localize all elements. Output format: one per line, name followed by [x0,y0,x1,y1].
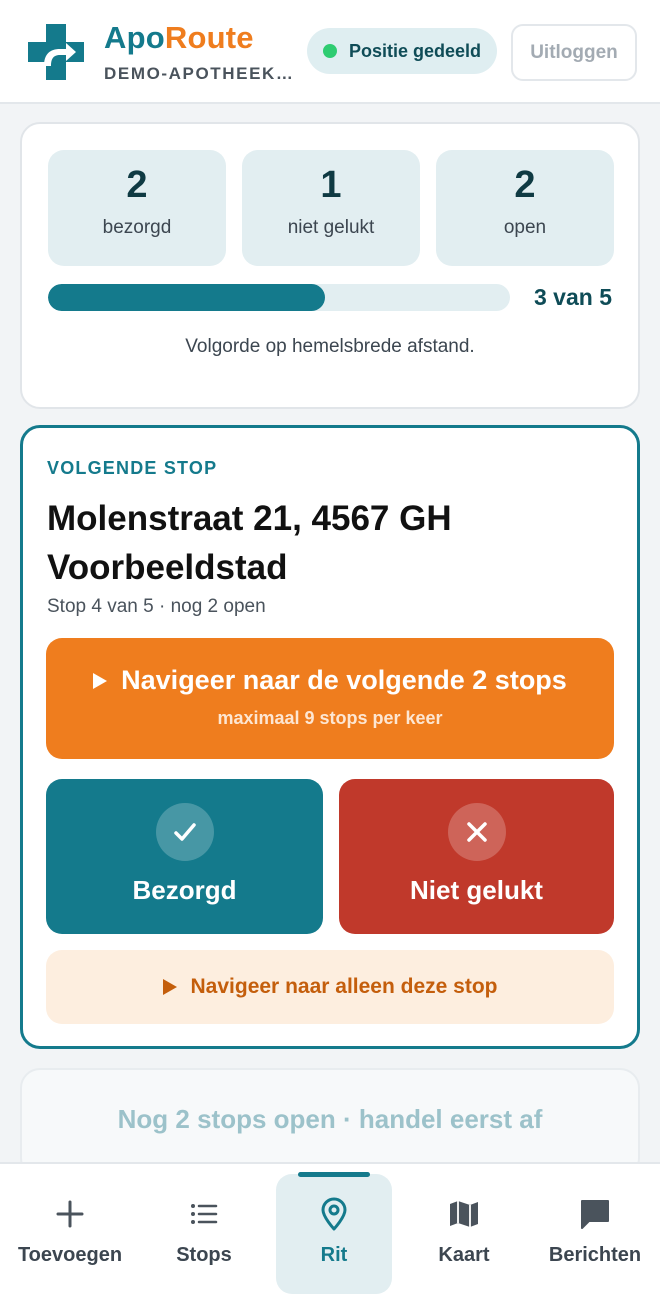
nav-tab-rit[interactable]: Rit [276,1164,392,1303]
nav-tab-label: Rit [320,1244,348,1266]
nav-tab-label: Berichten [548,1244,642,1266]
navigate-next-stops-button[interactable]: Navigeer naar de volgende 2 stops maxima… [46,638,614,759]
position-shared-badge: Positie gedeeld [307,28,497,74]
next-stop-card: VOLGENDE STOP Molenstraat 21, 4567 GH Vo… [20,425,640,1049]
navigate-this-stop-label: Navigeer naar alleen deze stop [190,975,498,998]
navigate-next-stops-sub: maximaal 9 stops per keer [217,708,443,728]
stat-failed: 1 niet gelukt [242,150,420,266]
app-header: ApoRoute DEMO-APOTHEEK… Positie gedeeld … [0,0,660,104]
map-icon [450,1201,478,1227]
play-icon [162,979,177,995]
failed-label: Niet gelukt [410,875,543,905]
close-icon [447,803,506,861]
nav-tab-label: Toevoegen [17,1244,123,1266]
progress-summary-card: 2 bezorgd 1 niet gelukt 2 open 3 van 5 V… [20,122,640,409]
nav-tab-stops[interactable]: Stops [140,1164,268,1303]
checkmark-icon [155,803,214,861]
stat-delivered: 2 bezorgd [48,150,226,266]
next-stop-label: VOLGENDE STOP [47,458,218,478]
status-dot-icon [322,44,337,58]
pharmacy-name: DEMO-APOTHEEK… [104,64,295,83]
nav-tab-label: Kaart [438,1244,490,1266]
message-icon [581,1200,609,1229]
brand-route: Route [164,20,254,55]
stat-failed-value: 1 [320,164,342,206]
nav-tab-toevoegen[interactable]: Toevoegen [0,1164,140,1303]
nav-tab-label: Stops [176,1244,232,1266]
position-shared-label: Positie gedeeld [348,40,482,61]
stat-open-value: 2 [514,164,536,206]
active-tab-indicator [298,1172,370,1177]
stat-delivered-label: bezorgd [102,217,172,238]
nav-tab-kaart[interactable]: Kaart [400,1164,528,1303]
delivered-label: Bezorgd [132,875,237,905]
next-stop-address: Molenstraat 21, 4567 GH Voorbeeldstad [47,499,452,587]
logout-button[interactable]: Uitloggen [511,24,637,81]
apoRoute-logo-icon [28,24,84,80]
location-pin-icon [321,1197,347,1231]
brand-apo: Apo [104,20,165,55]
bottom-navigation: Toevoegen Stops Rit Kaart Berichten [0,1162,660,1303]
delivered-button[interactable]: Bezorgd [46,779,323,934]
progress-bar-fill [48,284,326,311]
stat-failed-label: niet gelukt [287,217,375,238]
stat-open: 2 open [436,150,614,266]
remaining-stops-hint-text: Nog 2 stops open · handel eerst af [117,1104,543,1134]
order-note: Volgorde op hemelsbrede afstand. [185,336,475,357]
stat-delivered-value: 2 [126,164,148,206]
app-brand: ApoRoute [104,20,254,56]
navigate-this-stop-button[interactable]: Navigeer naar alleen deze stop [46,950,614,1024]
stat-open-label: open [503,217,547,238]
active-tab-background [276,1174,392,1294]
navigate-next-stops-main: Navigeer naar de volgende 2 stops [46,665,614,696]
nav-tab-berichten[interactable]: Berichten [530,1164,660,1303]
progress-text: 3 van 5 [534,284,612,310]
navigate-next-stops-label: Navigeer naar de volgende 2 stops [121,665,567,695]
list-icon [191,1204,218,1224]
play-icon [93,672,108,689]
plus-icon [56,1200,84,1228]
failed-button[interactable]: Niet gelukt [339,779,614,934]
next-stop-meta: Stop 4 van 5 · nog 2 open [47,596,266,617]
progress-bar [48,284,510,311]
